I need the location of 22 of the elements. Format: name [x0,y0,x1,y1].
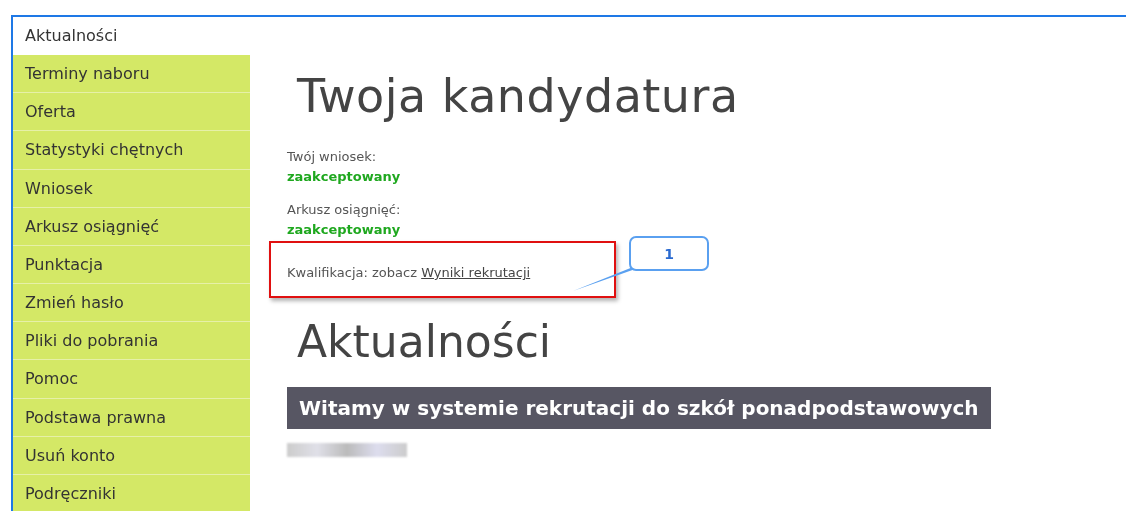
sidebar-item[interactable]: Podstawa prawna [13,398,250,437]
page-title: Twoja kandydatura [297,69,740,123]
sidebar-item[interactable]: Oferta [13,93,250,132]
sidebar-item[interactable]: Pomoc [13,360,250,399]
sidebar-item[interactable]: Arkusz osiągnięć [13,207,250,246]
sidebar-item[interactable]: Terminy naboru [13,55,250,94]
sidebar-item[interactable]: Zmień hasło [13,284,250,323]
qualification-text: Kwalifikacja: zobacz [287,265,418,280]
section-title: Aktualności [297,316,553,367]
results-link[interactable]: Wyniki rekrutacji [421,265,531,280]
sidebar-item[interactable]: Usuń konto [13,436,250,475]
sidebar-item[interactable]: Punktacja [13,245,250,285]
sidebar-item[interactable]: Podręczniki [13,474,250,511]
sidebar-item[interactable]: Pliki do pobrania [13,322,250,361]
status-value: zaakceptowany [287,169,402,184]
status-label: Twój wniosek: [287,149,378,164]
status-value: zaakceptowany [287,222,402,237]
status-label: Arkusz osiągnięć: [287,202,402,217]
news-headline: Witamy w systemie rekrutacji do szkół ponadpodstawowych [287,387,991,429]
callout-label: 1 [629,236,709,271]
sidebar-item[interactable]: Statystyki chętnych [13,131,250,170]
sidebar-item[interactable]: Wniosek [13,169,250,208]
